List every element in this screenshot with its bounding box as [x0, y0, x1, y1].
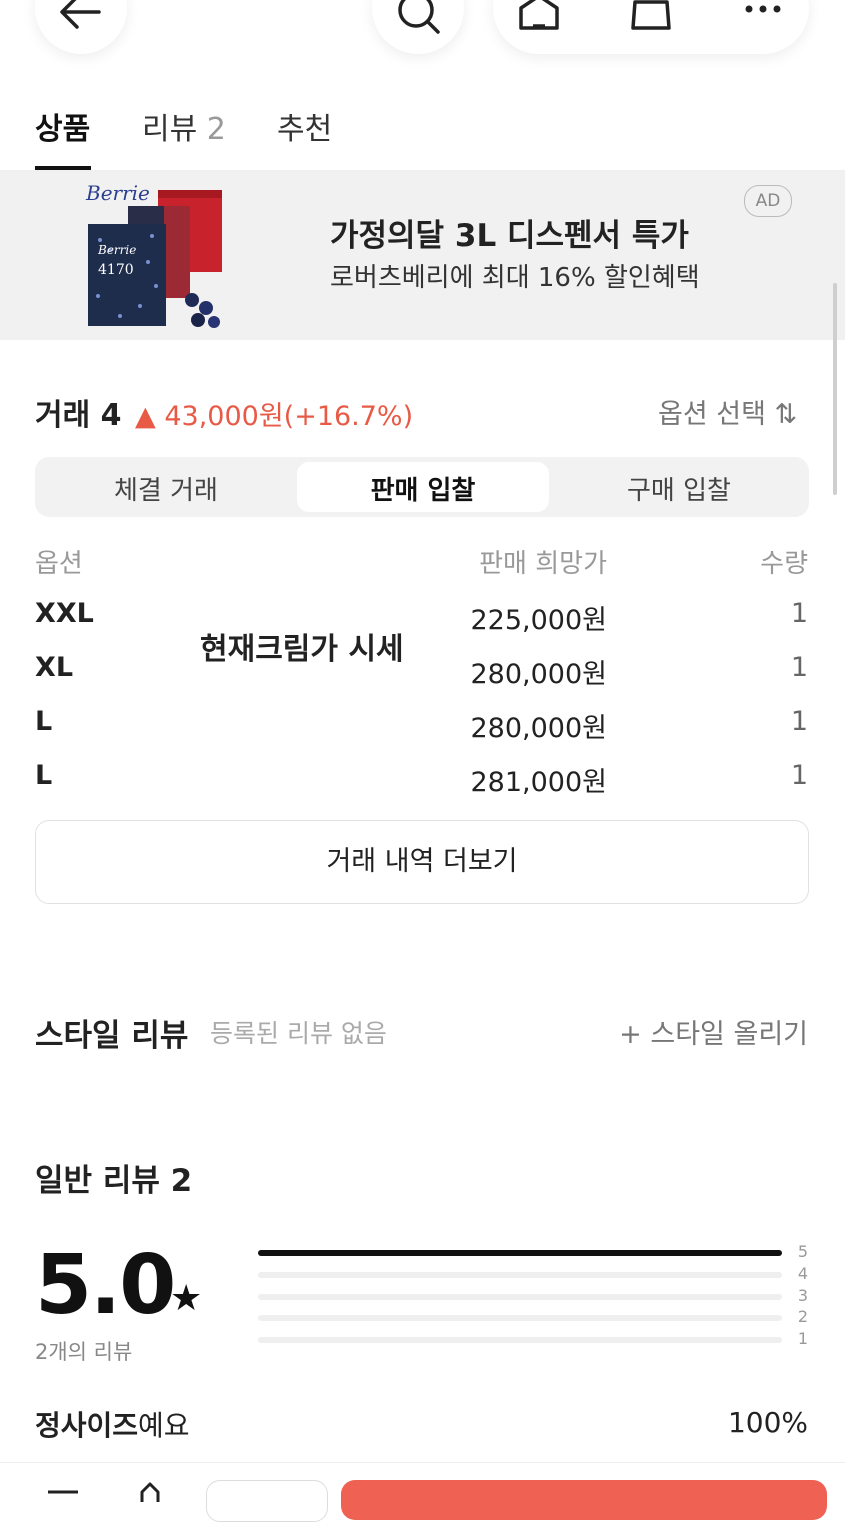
row-option: L — [35, 760, 53, 791]
search-button[interactable] — [372, 0, 464, 54]
ad-banner[interactable]: Berrie 4170 Berrie AD — [0, 172, 845, 340]
tab-label: 리뷰 — [142, 112, 198, 147]
segment-executed[interactable]: 체결 거래 — [40, 470, 292, 507]
row-price: 225,000원 — [470, 605, 608, 636]
row-qty: 1 — [790, 598, 808, 629]
rating-bar-track — [258, 1250, 782, 1256]
rating-bar-fill — [258, 1250, 782, 1256]
size-fit-bold: 정사이즈 — [35, 1409, 139, 1442]
ad-brand-small: Berrie — [97, 243, 136, 257]
rating-bar-track — [258, 1315, 782, 1321]
row-price: 281,000원 — [470, 767, 608, 798]
column-header-price: 판매 희망가 — [479, 549, 607, 579]
back-button[interactable] — [35, 0, 127, 54]
row-option: XXL — [35, 598, 94, 629]
scrollbar[interactable] — [833, 283, 837, 495]
review-score: 5.0 — [35, 1238, 176, 1333]
row-qty: 1 — [790, 706, 808, 737]
row-qty: 1 — [790, 760, 808, 791]
column-header-option: 옵션 — [35, 549, 83, 579]
secondary-action-button[interactable] — [206, 1480, 328, 1522]
tab-reviews[interactable]: 리뷰 2 — [142, 104, 226, 148]
rating-bar-label: 5 — [797, 1242, 809, 1261]
rating-bar-label: 4 — [797, 1264, 809, 1283]
column-header-qty: 수량 — [760, 549, 808, 579]
home-icon[interactable] — [509, 0, 569, 54]
search-icon — [398, 0, 440, 34]
ad-brand-logo: Berrie — [85, 181, 150, 205]
rating-bar-label: 3 — [797, 1286, 809, 1305]
tab-product[interactable]: 상품 — [35, 104, 90, 148]
top-bar — [0, 0, 845, 90]
more-horizontal-icon[interactable] — [733, 0, 793, 54]
rating-bar-track — [258, 1294, 782, 1300]
arrow-left-icon — [60, 0, 101, 29]
row-option: XL — [35, 652, 74, 683]
ad-subtitle: 로버츠베리에 최대 16% 할인혜택 — [330, 263, 700, 293]
row-qty: 1 — [790, 652, 808, 683]
trade-history-more-button[interactable]: 거래 내역 더보기 — [35, 820, 809, 904]
ad-box-text: 4170 — [98, 262, 134, 278]
ad-badge: AD — [744, 185, 792, 217]
size-fit-label: 정사이즈예요 — [35, 1404, 190, 1444]
bookmark-icon[interactable] — [44, 1466, 84, 1504]
product-image: Berrie 4170 Berrie — [85, 181, 222, 328]
row-price: 280,000원 — [470, 713, 608, 744]
option-select-button[interactable]: 옵션 선택 ⇅ — [658, 392, 797, 431]
review-count: 2개의 리뷰 — [35, 1340, 133, 1364]
header-actions — [493, 0, 809, 54]
style-review-title: 스타일 리뷰 — [35, 1018, 189, 1054]
price-change: ▲ 43,000원(+16.7%) — [135, 401, 414, 432]
buy-button[interactable] — [341, 1480, 827, 1520]
trades-title: 거래 4 — [35, 398, 122, 433]
general-review-title: 일반 리뷰 2 — [35, 1163, 193, 1199]
star-icon: ★ — [170, 1278, 203, 1319]
row-price: 280,000원 — [470, 659, 608, 690]
tab-recommend[interactable]: 추천 — [277, 104, 332, 148]
ad-title: 가정의달 3L 디스펜서 특가 — [330, 218, 689, 254]
segment-sell-bids[interactable]: 판매 입찰 — [297, 470, 549, 507]
market-price-overlay: 현재크림가 시세 — [200, 632, 404, 667]
rating-bar-track — [258, 1272, 782, 1278]
row-option: L — [35, 706, 53, 737]
tab-count: 2 — [206, 112, 226, 147]
share-icon[interactable] — [130, 1466, 170, 1504]
rating-bar-track — [258, 1337, 782, 1343]
rating-bar-label: 2 — [797, 1307, 809, 1326]
shopping-bag-icon[interactable] — [621, 0, 681, 54]
size-fit-percent: 100% — [727, 1406, 808, 1439]
size-fit-rest: 예요 — [138, 1409, 190, 1442]
rating-bar-label: 1 — [797, 1329, 809, 1348]
tab-label: 상품 — [35, 112, 91, 147]
style-review-empty: 등록된 리뷰 없음 — [210, 1019, 387, 1048]
tab-label: 추천 — [277, 112, 333, 147]
segment-buy-bids[interactable]: 구매 입찰 — [553, 470, 805, 507]
style-upload-button[interactable]: + 스타일 올리기 — [619, 1012, 808, 1051]
